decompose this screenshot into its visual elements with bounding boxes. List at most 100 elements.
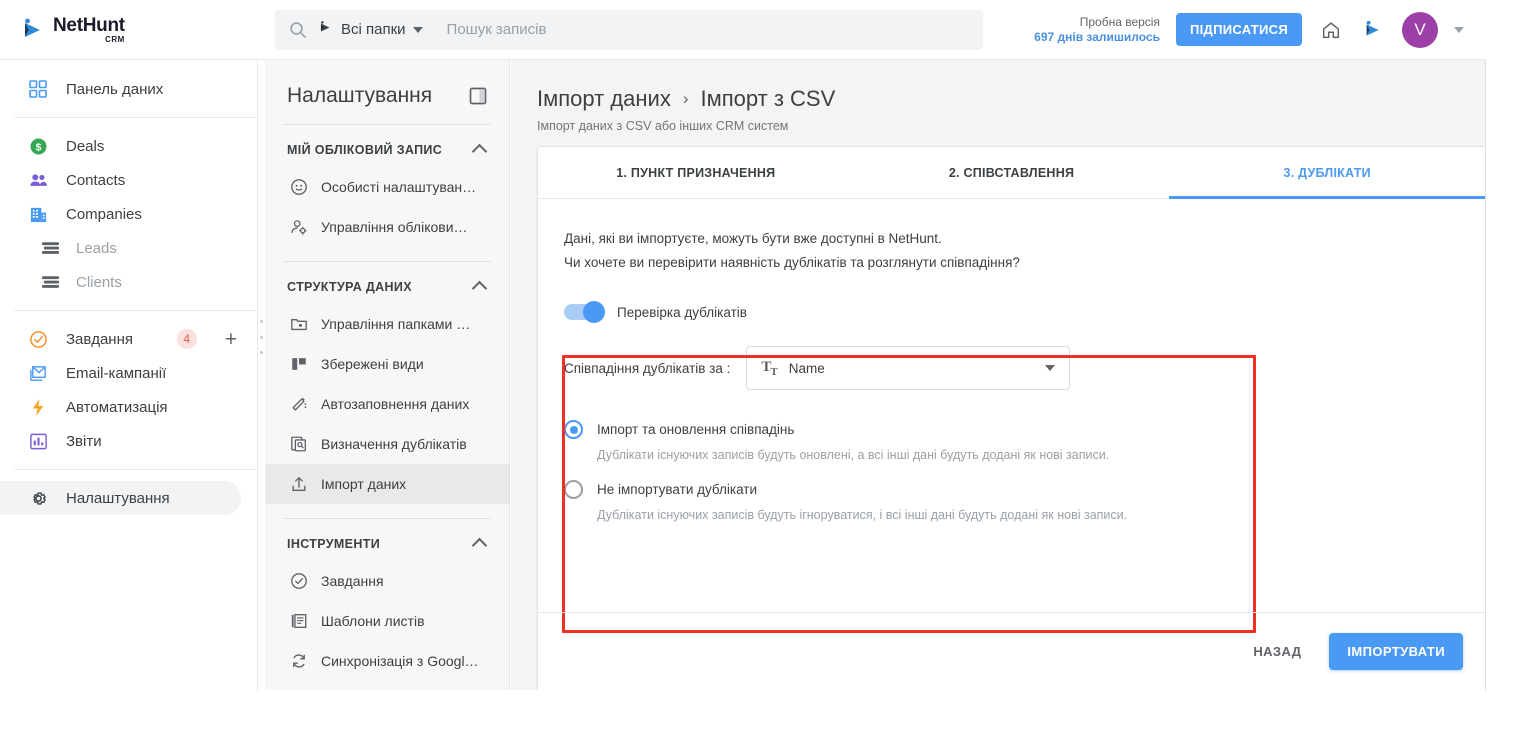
dashboard-icon xyxy=(28,79,48,99)
drag-dot xyxy=(259,320,263,323)
page-subtitle: Імпорт даних з CSV або інших CRM систем xyxy=(537,119,789,133)
divider xyxy=(14,117,257,118)
back-button[interactable]: НАЗАД xyxy=(1237,634,1317,669)
settings-item-tasks[interactable]: Завдання xyxy=(265,561,509,601)
breadcrumb-parent[interactable]: Імпорт даних xyxy=(537,86,671,112)
settings-item-folder-management[interactable]: Управління папками … xyxy=(265,304,509,344)
radio-button-selected[interactable] xyxy=(564,420,583,440)
settings-item-label: Збережені види xyxy=(321,356,424,372)
search-icon xyxy=(289,21,307,39)
divider xyxy=(14,310,257,311)
radio-button-unselected[interactable] xyxy=(564,480,583,500)
profile-icon xyxy=(289,178,308,197)
settings-item-data-import[interactable]: Імпорт даних xyxy=(265,464,509,504)
avatar[interactable]: V xyxy=(1402,11,1438,48)
folder-filter-label: Всі папки xyxy=(341,21,406,38)
search-bar[interactable]: Всі папки xyxy=(275,9,983,50)
vertical-scrollbar[interactable] xyxy=(1485,60,1486,690)
sidebar-item-label: Leads xyxy=(76,239,117,257)
sidebar-item-tasks[interactable]: Завдання 4 + xyxy=(0,322,257,356)
duplicate-match-field-select[interactable]: TT Name xyxy=(746,346,1071,391)
nethunt-app-icon[interactable] xyxy=(1360,17,1386,43)
duplicate-match-field-label: Співпадіння дублікатів за : xyxy=(564,360,731,376)
chevron-up-icon xyxy=(471,280,488,297)
tab-duplicates[interactable]: 3. ДУБЛІКАТИ xyxy=(1169,147,1485,199)
panel-collapse-icon[interactable] xyxy=(469,87,487,105)
user-manage-icon xyxy=(289,218,308,237)
drag-dot xyxy=(259,351,263,354)
logo[interactable]: NetHunt CRM xyxy=(0,15,275,45)
duplicate-check-toggle[interactable] xyxy=(564,301,605,324)
settings-item-data-autofill[interactable]: Автозаповнення даних xyxy=(265,384,509,424)
settings-item-user-management[interactable]: Управління обліко­ви… xyxy=(265,207,509,247)
list-icon xyxy=(40,272,60,292)
settings-item-label: Шаблони листів xyxy=(321,613,425,629)
nethunt-mark-icon xyxy=(317,19,334,41)
radio-description: Дублікати існуючих записів будуть ігнору… xyxy=(597,508,1128,523)
settings-item-label: Управління обліко­ви… xyxy=(321,219,468,235)
trial-status: Пробна версія 697 днів залишилось xyxy=(1034,15,1160,45)
tab-mapping[interactable]: 2. СПІВСТАВЛЕННЯ xyxy=(854,147,1170,198)
drag-dot xyxy=(259,335,263,339)
sidebar-item-deals[interactable]: $ Deals xyxy=(0,129,257,163)
search-input[interactable] xyxy=(446,21,969,38)
toggle-knob xyxy=(583,301,605,324)
duplicate-match-field-value: Name xyxy=(788,360,825,376)
sidebar-item-label: Contacts xyxy=(66,171,126,189)
sidebar-item-label: Звіти xyxy=(66,432,102,450)
sidebar-item-label: Автоматизація xyxy=(66,398,168,416)
chevron-up-icon xyxy=(471,537,488,554)
settings-item-google-sync[interactable]: Синхронізація з Googl… xyxy=(265,641,509,681)
chevron-down-icon[interactable] xyxy=(1454,26,1464,33)
duplicate-check-toggle-row: Перевірка дублікатів xyxy=(564,301,1485,324)
radio-skip-duplicates[interactable]: Не імпортувати дублікати xyxy=(564,480,1485,500)
svg-text:$: $ xyxy=(35,142,41,153)
sidebar-item-reports[interactable]: Звіти xyxy=(0,424,257,458)
subscribe-button[interactable]: ПІДПИСАТИСЯ xyxy=(1175,13,1302,46)
settings-item-duplicate-detection[interactable]: Визначення дублікатів xyxy=(265,424,509,464)
sidebar-item-label: Clients xyxy=(76,273,122,291)
breadcrumb-current: Імпорт з CSV xyxy=(700,86,836,111)
settings-section-my-account[interactable]: МІЙ ОБЛІКОВИЙ ЗАПИС xyxy=(265,125,509,167)
sidebar-item-clients[interactable]: Clients xyxy=(0,265,257,299)
import-wizard-card: 1. ПУНКТ ПРИЗНАЧЕННЯ 2. СПІВСТАВЛЕННЯ 3.… xyxy=(537,146,1486,690)
duplicate-check-toggle-label: Перевірка дублікатів xyxy=(617,304,747,320)
saved-views-icon xyxy=(289,355,308,374)
sidebar-item-companies[interactable]: Companies xyxy=(0,197,257,231)
settings-panel: Налаштування МІЙ ОБЛІКОВИЙ ЗАПИС Особист… xyxy=(265,60,510,690)
chevron-down-icon xyxy=(1045,365,1056,372)
sidebar-item-email-campaigns[interactable]: Email-кампанії xyxy=(0,356,257,390)
settings-item-saved-views[interactable]: Збережені види xyxy=(265,344,509,384)
top-bar-right: Пробна версія 697 днів залишилось ПІДПИС… xyxy=(983,11,1486,48)
brand-name: NetHunt xyxy=(53,14,125,36)
radio-import-and-update[interactable]: Імпорт та оновлення співпадінь xyxy=(564,420,1485,440)
logo-text: NetHunt CRM xyxy=(53,16,125,44)
sidebar-item-label: Deals xyxy=(66,137,105,155)
sidebar-resize-handle[interactable] xyxy=(259,320,263,354)
settings-item-personal-settings[interactable]: Особисті налаштуван… xyxy=(265,167,509,207)
sidebar-item-label: Завдання xyxy=(66,330,133,348)
settings-section-tools[interactable]: ІНСТРУМЕНТИ xyxy=(265,519,509,561)
settings-section-data-structure[interactable]: СТРУКТУРА ДАНИХ xyxy=(265,262,509,304)
sidebar-item-dashboard[interactable]: Панель даних xyxy=(0,72,257,106)
sidebar-item-leads[interactable]: Leads xyxy=(0,231,257,265)
settings-item-label: Визначення дублікатів xyxy=(321,436,467,452)
add-task-button[interactable]: + xyxy=(225,329,237,350)
import-button[interactable]: ІМПОРТУВАТИ xyxy=(1329,633,1463,670)
check-circle-icon xyxy=(289,572,308,591)
tasks-icon xyxy=(28,329,48,349)
sidebar-item-automation[interactable]: Автоматизація xyxy=(0,390,257,424)
chevron-up-icon xyxy=(471,143,488,160)
settings-item-label: Автозаповнення даних xyxy=(321,396,470,412)
radio-label: Не імпортувати дублікати xyxy=(597,482,758,498)
settings-item-email-templates[interactable]: Шаблони листів xyxy=(265,601,509,641)
sidebar-item-settings[interactable]: Налаштування xyxy=(0,481,241,515)
trial-days-left: 697 днів залишилось xyxy=(1034,29,1160,44)
chevron-down-icon xyxy=(412,26,423,33)
sidebar-item-contacts[interactable]: Contacts xyxy=(0,163,257,197)
tab-destination[interactable]: 1. ПУНКТ ПРИЗНАЧЕННЯ xyxy=(538,147,854,198)
wizard-footer: НАЗАД ІМПОРТУВАТИ xyxy=(538,612,1485,690)
list-icon xyxy=(40,238,60,258)
folder-filter-dropdown[interactable]: Всі папки xyxy=(317,19,423,41)
home-icon[interactable] xyxy=(1318,17,1344,43)
